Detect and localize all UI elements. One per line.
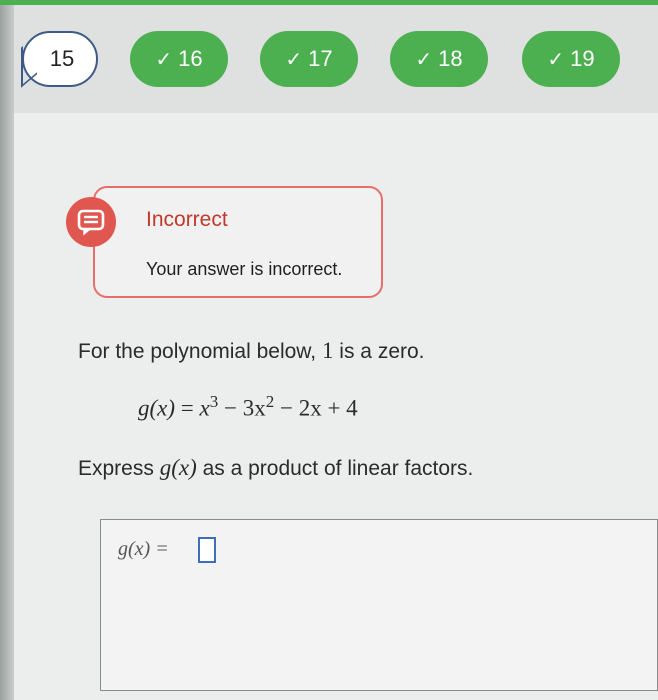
instruction-suffix: as a product of linear factors. [196,457,474,480]
checkmark-icon: ✓ [285,48,303,71]
answer-area[interactable] [100,519,658,691]
problem-prompt: For the polynomial below, 1 is a zero. [78,338,425,364]
term-3: − 2x + 4 [279,395,358,421]
problem-instruction: Express g(x) as a product of linear fact… [78,455,473,481]
question-16-button[interactable]: ✓ 16 [130,31,228,87]
question-16-label: 16 [178,46,203,71]
question-15-button[interactable]: 15 [21,31,98,88]
feedback-panel [93,186,383,298]
screen-edge [0,0,14,700]
checkmark-icon: ✓ [547,48,565,71]
instruction-function: g(x) [159,455,197,480]
term-1-base: x [199,395,210,421]
prompt-prefix: For the polynomial below, [78,340,322,363]
equals-sign: = [180,395,194,421]
question-17-button[interactable]: ✓ 17 [260,31,358,87]
prompt-suffix: is a zero. [333,340,425,363]
question-15-label: 15 [49,46,75,71]
instruction-prefix: Express [78,457,160,480]
function-lhs: g(x) [138,395,176,421]
chat-bubble-icon [66,197,116,247]
checkmark-icon: ✓ [155,48,173,71]
feedback-title: Incorrect [146,208,228,231]
question-18-button[interactable]: ✓ 18 [390,31,488,87]
answer-label: g(x) = [118,538,169,560]
question-19-button[interactable]: ✓ 19 [522,31,620,87]
polynomial-equation: g(x) = x3 − 3x2 − 2x + 4 [138,392,358,422]
zero-value: 1 [321,338,334,363]
term-2: − 3x [223,395,266,421]
question-19-label: 19 [570,46,595,71]
question-18-label: 18 [438,46,463,71]
term-1-exponent: 3 [209,392,219,411]
checkmark-icon: ✓ [415,48,433,71]
term-2-exponent: 2 [265,392,275,411]
answer-input[interactable] [198,537,216,563]
feedback-message: Your answer is incorrect. [146,259,343,279]
question-17-label: 17 [308,46,333,71]
